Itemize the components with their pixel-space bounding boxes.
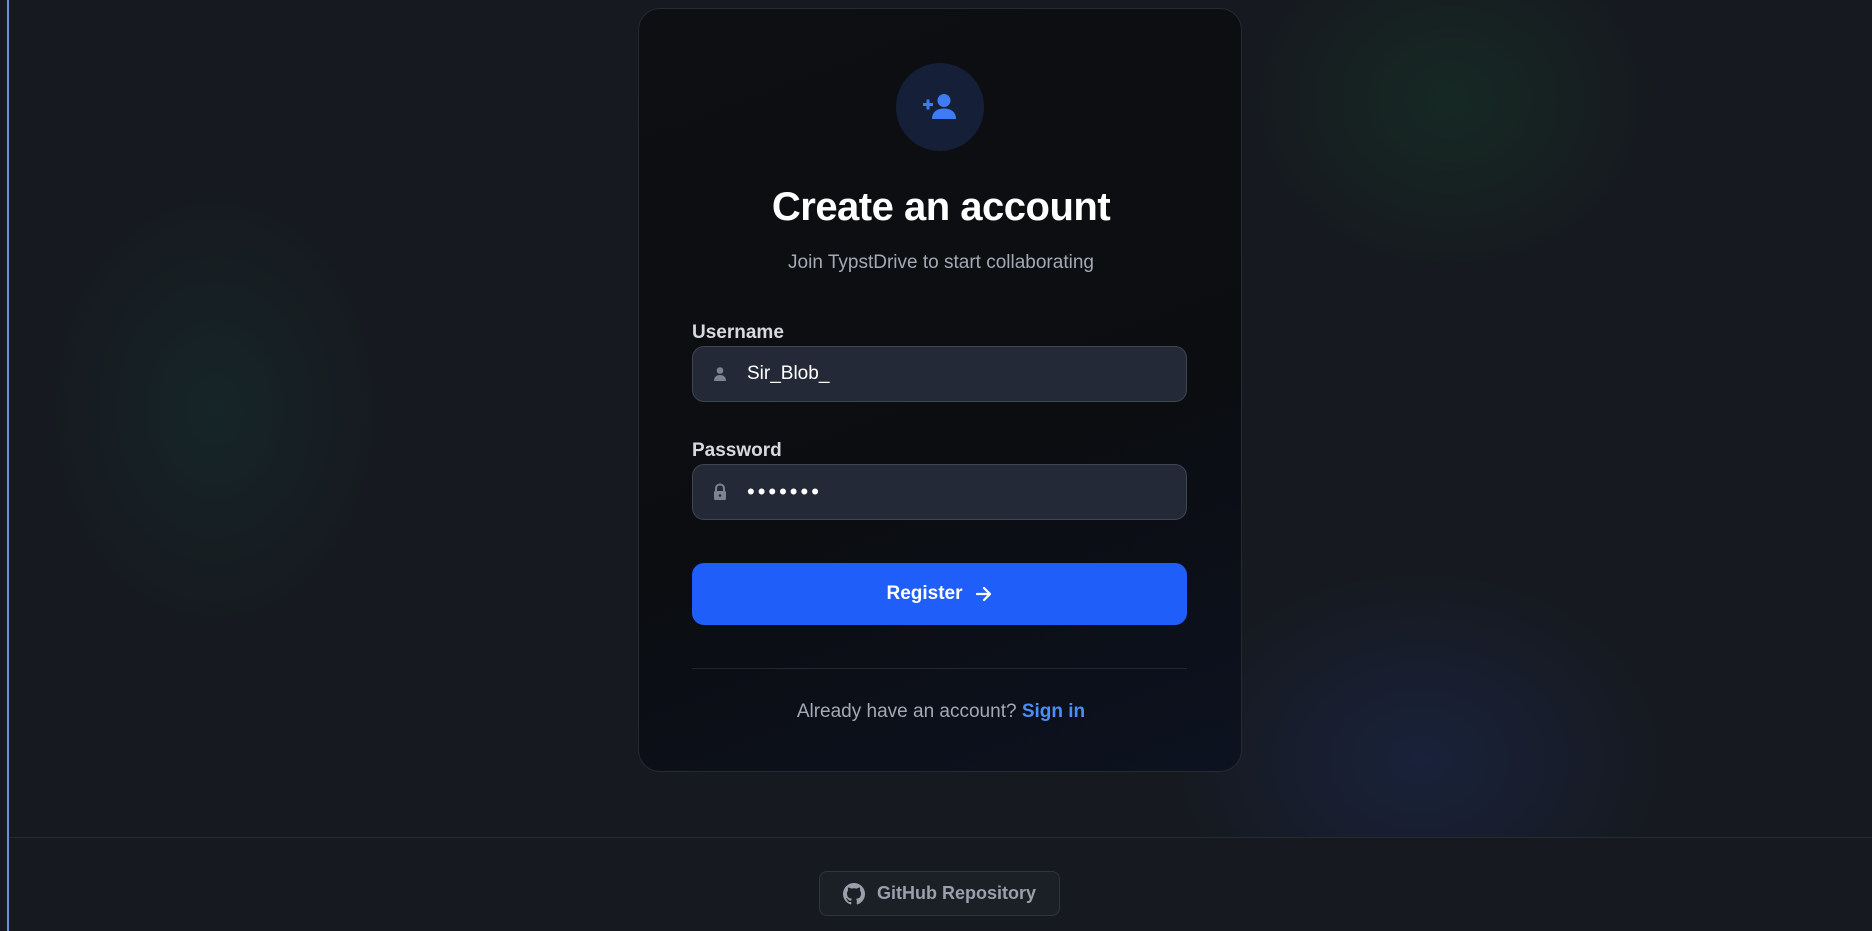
username-field[interactable] <box>692 346 1187 402</box>
avatar-badge <box>896 63 984 151</box>
signin-row: Already have an account? Sign in <box>639 701 1243 723</box>
username-label: Username <box>692 322 784 343</box>
register-button-label: Register <box>886 583 963 604</box>
password-field[interactable] <box>692 464 1187 520</box>
page-subtitle: Join TypstDrive to start collaborating <box>788 252 1094 273</box>
arrow-right-icon <box>975 586 991 602</box>
github-icon <box>842 882 865 904</box>
divider <box>692 668 1187 669</box>
register-button[interactable]: Register <box>692 563 1187 625</box>
left-edge-border <box>0 0 9 931</box>
github-repository-button[interactable]: GitHub Repository <box>819 871 1060 916</box>
password-label: Password <box>692 440 782 461</box>
signin-prompt: Already have an account? <box>796 701 1017 722</box>
page-title: Create an account <box>771 185 1111 229</box>
footer: GitHub Repository <box>9 838 1872 931</box>
page: Create an account Join TypstDrive to sta… <box>0 0 1872 931</box>
user-plus-icon <box>923 94 956 119</box>
username-input[interactable] <box>747 363 1167 385</box>
signin-link[interactable]: Sign in <box>1022 701 1085 722</box>
user-icon <box>693 366 747 382</box>
password-input[interactable] <box>747 479 1167 505</box>
github-repository-label: GitHub Repository <box>876 883 1036 903</box>
register-card: Create an account Join TypstDrive to sta… <box>638 8 1242 772</box>
lock-icon <box>693 483 747 501</box>
